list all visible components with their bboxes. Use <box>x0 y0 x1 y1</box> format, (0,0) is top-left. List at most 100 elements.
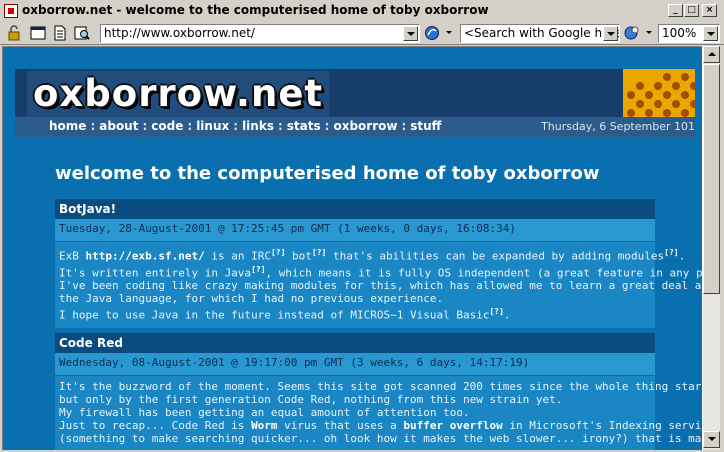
post-text: Just to recap... Code Red is <box>59 419 252 432</box>
logo-art-dot <box>645 91 653 99</box>
nav-separator: : <box>401 119 407 133</box>
globe-search-icon[interactable] <box>624 25 640 41</box>
glossary-link[interactable]: [?] <box>664 248 678 257</box>
nav-link-about[interactable]: about <box>99 119 138 133</box>
scroll-down-button[interactable] <box>703 431 720 448</box>
logo-artwork <box>623 69 695 117</box>
zoom-dropdown-button[interactable] <box>703 26 718 41</box>
page-title: welcome to the computerised home of toby… <box>55 163 600 184</box>
post-text: It's the buzzword of the moment. Seems t… <box>59 380 702 393</box>
post-line: (something to make searching quicker... … <box>59 432 702 445</box>
scroll-up-button[interactable] <box>703 46 720 63</box>
post-text: , which means it is fully OS independent… <box>265 266 702 280</box>
page-icon[interactable] <box>52 25 68 41</box>
post-date: Tuesday, 28-August-2001 @ 17:25:45 pm GM… <box>55 219 655 242</box>
nav-link-code[interactable]: code <box>151 119 183 133</box>
post-title[interactable]: Code Red <box>55 333 655 353</box>
site-date: Thursday, 6 September 101 <box>541 120 695 133</box>
search-menu-arrow-icon[interactable] <box>646 31 652 34</box>
glossary-link[interactable]: [?] <box>271 248 285 257</box>
address-input[interactable]: http://www.oxborrow.net/ <box>100 24 420 43</box>
scroll-thumb[interactable] <box>703 64 720 294</box>
logo-art-dot <box>690 100 695 108</box>
minimize-button[interactable]: _ <box>668 4 683 17</box>
post-text: . <box>503 308 511 322</box>
window-title: oxborrow.net - welcome to the computeris… <box>22 3 489 17</box>
go-icon[interactable] <box>424 25 440 41</box>
close-button[interactable]: × <box>702 4 717 17</box>
glossary-link[interactable]: [?] <box>312 248 326 257</box>
logo-art-dot <box>672 82 680 90</box>
post-text: ExB <box>59 249 86 263</box>
nav-link-links[interactable]: links <box>242 119 274 133</box>
post-text: . <box>678 249 686 263</box>
logo-art-dot <box>663 109 671 117</box>
site-logo[interactable]: oxborrow.net <box>27 71 330 117</box>
post-line: but only by the first generation Code Re… <box>59 393 651 406</box>
post-term: Worm <box>251 419 278 432</box>
post-line: I hope to use Java in the future instead… <box>59 305 651 322</box>
nav-separator: : <box>324 119 330 133</box>
nav-link-stuff[interactable]: stuff <box>410 119 441 133</box>
page-content: oxborrow.net home: about: code: linux: links… <box>2 46 702 450</box>
vertical-scrollbar[interactable] <box>702 46 720 450</box>
nav-separator: : <box>277 119 283 133</box>
address-value: http://www.oxborrow.net/ <box>104 26 255 40</box>
post-line: It's written entirely in Java[?], which … <box>59 263 702 280</box>
address-dropdown-button[interactable] <box>403 26 418 41</box>
post-link[interactable]: http://exb.sf.net/ <box>86 250 205 263</box>
logo-art-dot <box>645 109 653 117</box>
nav-link-oxborrow[interactable]: oxborrow <box>333 119 397 133</box>
logo-art-dot <box>681 73 689 81</box>
search-input[interactable]: <Search with Google here> <box>460 24 620 43</box>
window-icon[interactable] <box>30 25 46 41</box>
logo-art-dot <box>672 100 680 108</box>
post-line: ExB http://exb.sf.net/ is an IRC[?] bot[… <box>59 246 685 263</box>
site-header: oxborrow.net home: about: code: linux: links… <box>15 69 695 137</box>
post-text: My firewall has been getting an equal am… <box>59 406 470 419</box>
lock-icon[interactable] <box>6 25 22 41</box>
glossary-link[interactable]: [?] <box>489 307 503 316</box>
post-text: is an IRC <box>204 249 271 263</box>
logo-art-dot <box>627 91 635 99</box>
nav-separator: : <box>142 119 148 133</box>
glossary-link[interactable]: [?] <box>251 265 265 274</box>
zoom-value: 100% <box>662 26 697 40</box>
logo-art-dot <box>681 109 689 117</box>
window-titlebar: oxborrow.net - welcome to the computeris… <box>0 0 724 22</box>
search-placeholder: <Search with Google here> <box>464 26 620 40</box>
go-menu-arrow-icon[interactable] <box>446 31 452 34</box>
logo-art-dot <box>654 82 662 90</box>
post-date: Wednesday, 08-August-2001 @ 19:17:00 pm … <box>55 353 655 376</box>
maximize-button[interactable]: □ <box>684 4 699 17</box>
logo-art-dot <box>636 100 644 108</box>
logo-art-dot <box>636 82 644 90</box>
post-title[interactable]: BotJava! <box>55 199 655 219</box>
post-text: virus that uses a <box>277 419 404 432</box>
search-dropdown-button[interactable] <box>603 26 618 41</box>
nav-links: home: about: code: linux: links: stats: oxborr… <box>49 119 441 133</box>
nav-separator: : <box>233 119 239 133</box>
post-text: I hope to use Java in the future instead… <box>59 308 490 322</box>
post: Code Red Wednesday, 08-August-2001 @ 19:… <box>55 333 702 450</box>
nav-separator: : <box>187 119 193 133</box>
post-line: I've been coding like crazy making modul… <box>59 279 702 292</box>
search-page-icon[interactable] <box>74 25 90 41</box>
post: BotJava! Tuesday, 28-August-2001 @ 17:25… <box>55 199 702 328</box>
logo-art-dot <box>663 91 671 99</box>
browser-toolbar: http://www.oxborrow.net/ <Search with Go… <box>0 22 724 45</box>
nav-link-home[interactable]: home <box>49 119 86 133</box>
browser-app-icon <box>4 4 18 18</box>
nav-link-linux[interactable]: linux <box>196 119 229 133</box>
logo-art-dot <box>690 82 695 90</box>
post-line: Just to recap... Code Red is Worm virus … <box>59 419 702 432</box>
post-text: but only by the first generation Code Re… <box>59 393 563 406</box>
post-body: ExB http://exb.sf.net/ is an IRC[?] bot[… <box>55 242 702 328</box>
zoom-select[interactable]: 100% <box>658 24 720 43</box>
logo-art-dot <box>654 100 662 108</box>
nav-link-stats[interactable]: stats <box>287 119 321 133</box>
post-text: in Microsoft's Indexing service <box>502 419 702 432</box>
post-text: (something to make searching quicker... … <box>59 432 702 445</box>
post-text: that's abilities can be expanded by addi… <box>326 249 665 263</box>
post-term: buffer overflow <box>403 419 503 432</box>
